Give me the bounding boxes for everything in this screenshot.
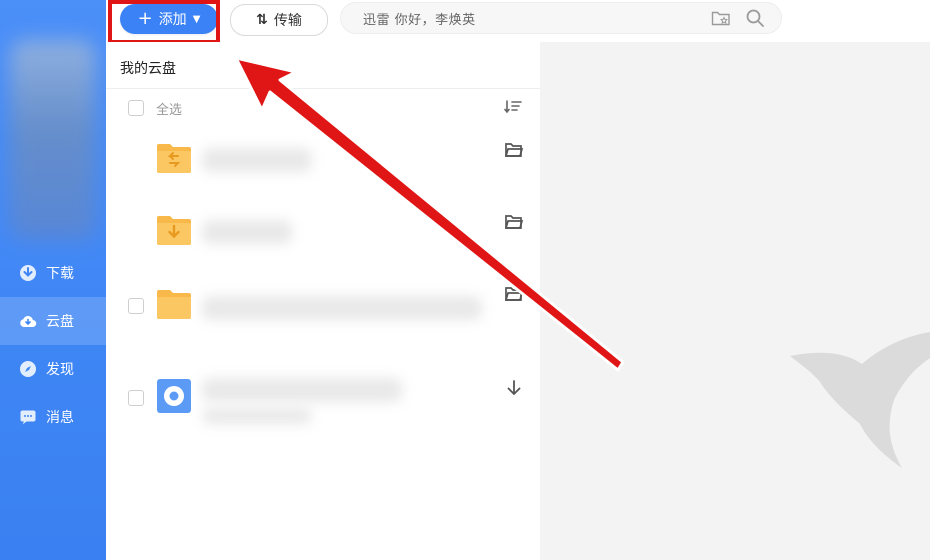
file-name-blurred [202, 378, 402, 402]
select-all-row: 全选 [106, 88, 540, 125]
sort-icon[interactable] [504, 99, 522, 115]
sidebar-item-label: 消息 [46, 410, 74, 426]
open-folder-icon[interactable] [504, 284, 524, 304]
list-item[interactable] [106, 200, 540, 272]
folder-icon [157, 290, 191, 319]
file-meta-blurred [202, 408, 312, 424]
file-name-blurred [202, 296, 482, 320]
download-folder-icon [157, 216, 191, 245]
row-checkbox[interactable] [128, 390, 144, 406]
search-placeholder: 迅雷 你好，李焕英 [363, 12, 476, 28]
sidebar-item-cloud[interactable]: 云盘 [0, 297, 106, 345]
cloud-icon [18, 311, 38, 331]
sidebar: 下载 云盘 发现 消息 [0, 0, 106, 560]
search-icon[interactable] [745, 8, 765, 28]
list-item[interactable] [106, 362, 540, 434]
transfer-icon: ⇅ [256, 12, 268, 28]
sidebar-item-label: 下载 [46, 266, 74, 282]
sidebar-item-discover[interactable]: 发现 [0, 345, 106, 393]
transfer-button[interactable]: ⇅ 传输 [230, 4, 328, 36]
select-all-checkbox[interactable] [128, 100, 144, 116]
compass-icon [18, 359, 38, 379]
toolbar: + 添加 ▼ ⇅ 传输 迅雷 你好，李焕英 [106, 0, 930, 43]
breadcrumb: 我的云盘 [120, 61, 176, 77]
hummingbird-logo-icon [790, 332, 930, 468]
search-input[interactable]: 迅雷 你好，李焕英 [340, 2, 782, 34]
transfer-button-label: 传输 [273, 13, 302, 29]
disc-file-icon [157, 379, 191, 413]
sidebar-item-label: 发现 [46, 362, 74, 378]
avatar[interactable] [10, 40, 96, 240]
select-all-label: 全选 [156, 103, 183, 118]
list-item[interactable] [106, 270, 540, 342]
folder-star-icon[interactable] [711, 9, 731, 27]
shared-folder-icon [157, 144, 191, 173]
download-icon [18, 263, 38, 283]
row-checkbox[interactable] [128, 298, 144, 314]
preview-pane [540, 42, 930, 560]
highlight-box [108, 0, 220, 44]
file-name-blurred [202, 148, 312, 172]
sidebar-item-label: 云盘 [46, 314, 74, 330]
file-list-pane: 我的云盘 全选 [106, 42, 540, 560]
message-icon [18, 407, 38, 427]
sidebar-item-messages[interactable]: 消息 [0, 393, 106, 441]
list-item[interactable] [106, 128, 540, 200]
open-folder-icon[interactable] [504, 140, 524, 160]
open-folder-icon[interactable] [504, 212, 524, 232]
file-name-blurred [202, 220, 292, 244]
download-arrow-icon[interactable] [504, 378, 524, 398]
sidebar-item-download[interactable]: 下载 [0, 249, 106, 297]
